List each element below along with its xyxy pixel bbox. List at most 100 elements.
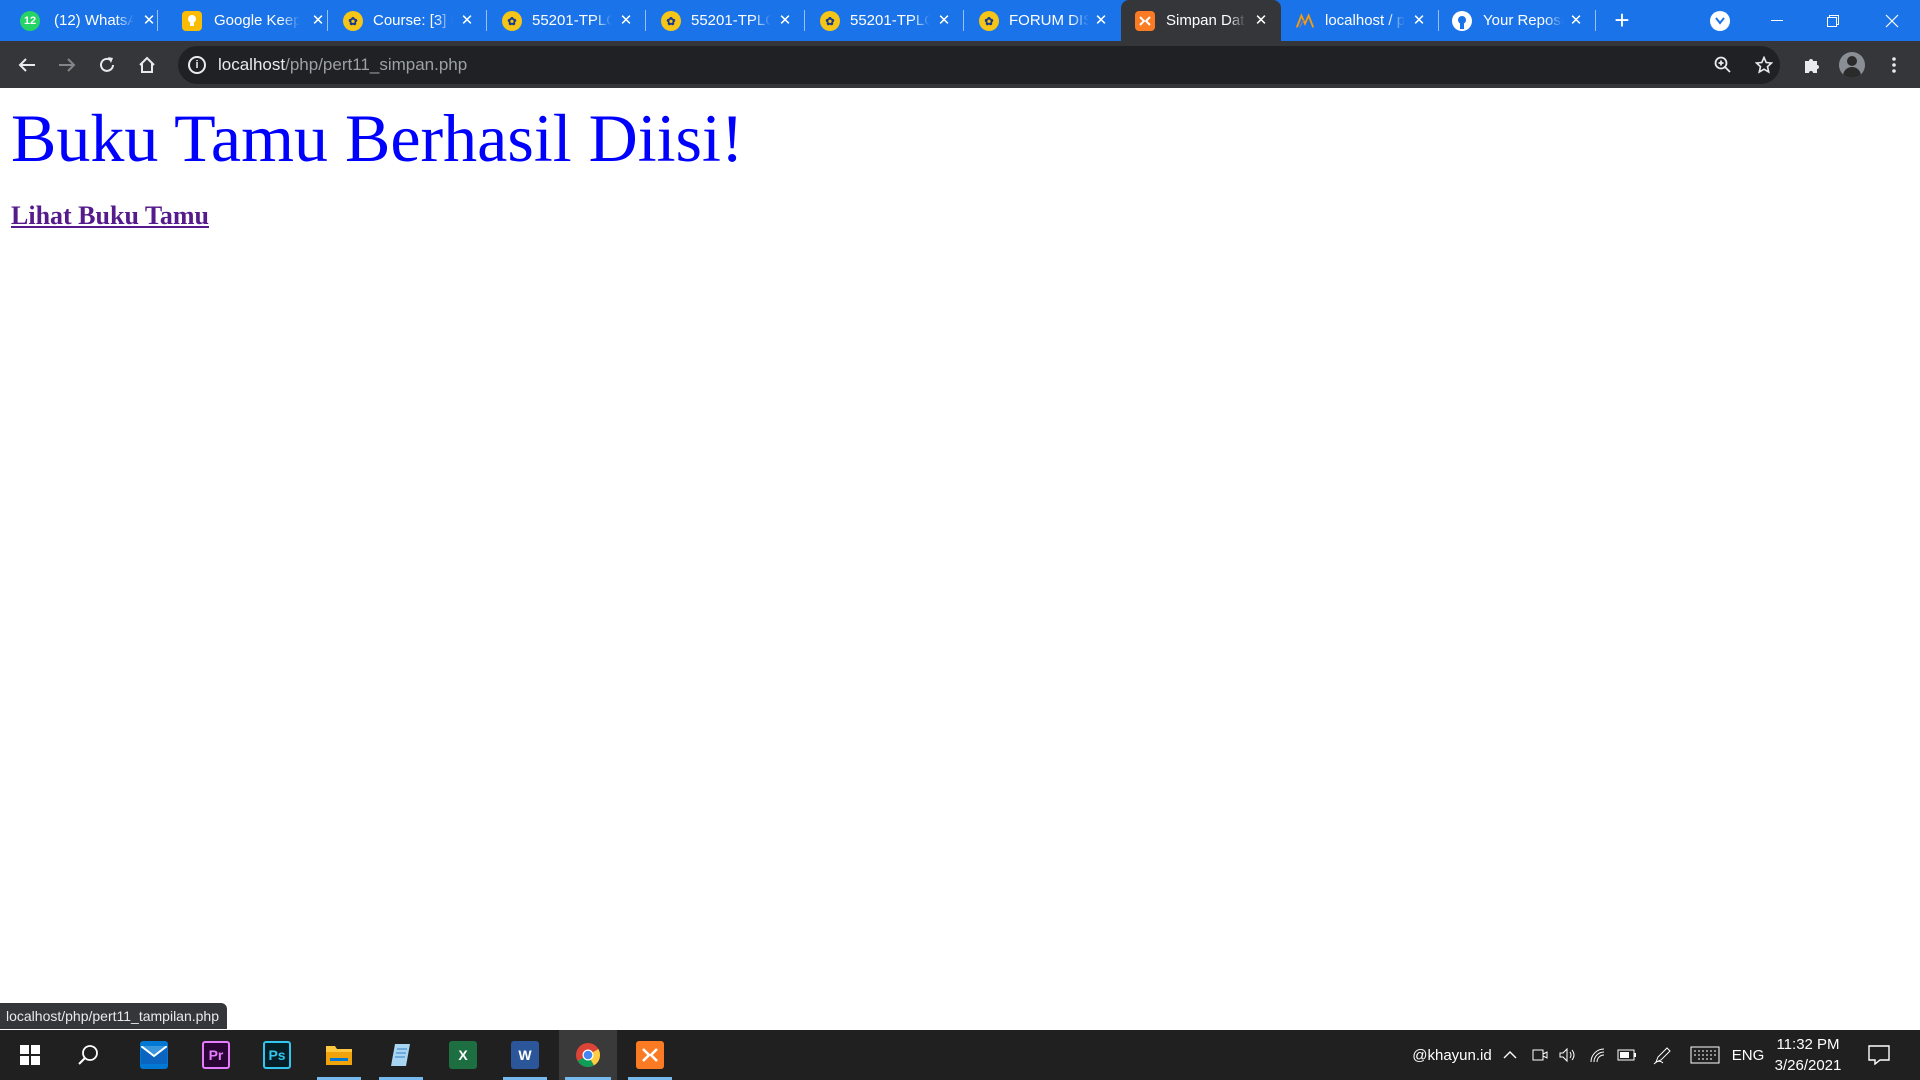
pen-icon — [1653, 1047, 1671, 1065]
close-tab-icon[interactable]: ✕ — [457, 10, 477, 30]
reload-button[interactable] — [93, 51, 121, 79]
excel-icon: X — [449, 1041, 477, 1069]
minimize-button[interactable] — [1749, 0, 1805, 41]
tab-title: Course: [3] Pemrograman — [373, 12, 453, 29]
close-tab-icon[interactable]: ✕ — [308, 10, 328, 30]
taskbar-xampp[interactable] — [622, 1030, 678, 1080]
tab-55201-tplo-3[interactable]: ✿ 55201-TPLO ✕ — [805, 0, 964, 41]
kebab-menu-icon — [1892, 57, 1896, 73]
tab-google-keep[interactable]: Google Keep ✕ — [168, 0, 328, 41]
home-button[interactable] — [133, 51, 161, 79]
close-tab-icon[interactable]: ✕ — [139, 10, 159, 30]
taskbar-chrome[interactable] — [559, 1030, 617, 1080]
back-button[interactable] — [13, 51, 41, 79]
new-tab-button[interactable]: + — [1608, 7, 1636, 34]
close-tab-icon[interactable]: ✕ — [934, 10, 954, 30]
meet-now-button[interactable] — [1528, 1030, 1552, 1080]
phpmyadmin-icon — [1295, 11, 1315, 31]
browser-toolbar: i localhost/php/pert11_simpan.php — [0, 41, 1920, 88]
pen-workspace-button[interactable] — [1650, 1030, 1676, 1080]
close-tab-icon[interactable]: ✕ — [1251, 10, 1271, 30]
site-info-icon[interactable]: i — [188, 56, 206, 74]
zoom-icon — [1714, 56, 1731, 73]
tab-course[interactable]: ✿ Course: [3] Pemrograman ✕ — [328, 0, 487, 41]
profile-avatar[interactable] — [1839, 52, 1865, 78]
wifi-icon — [1590, 1048, 1605, 1063]
tab-55201-tplo-2[interactable]: ✿ 55201-TPLO ✕ — [646, 0, 805, 41]
close-icon — [1885, 14, 1899, 27]
whatsapp-icon: 12 — [20, 11, 40, 31]
restore-button[interactable] — [1805, 0, 1861, 41]
close-tab-icon[interactable]: ✕ — [1091, 10, 1111, 30]
minimize-icon — [1771, 19, 1783, 21]
taskbar-notepad[interactable] — [373, 1030, 429, 1080]
restore-icon — [1827, 14, 1839, 27]
xampp-icon — [1135, 11, 1155, 31]
github-icon — [1452, 11, 1472, 31]
search-button[interactable] — [60, 1030, 116, 1080]
university-logo-icon: ✿ — [979, 11, 999, 31]
taskbar-photoshop[interactable]: Ps — [249, 1030, 305, 1080]
view-guestbook-link[interactable]: Lihat Buku Tamu — [11, 201, 209, 230]
keyboard-icon — [1690, 1046, 1720, 1064]
tab-phpmyadmin[interactable]: localhost / phpMyAdmin ✕ — [1281, 0, 1439, 41]
tab-github[interactable]: Your Repositories ✕ — [1439, 0, 1596, 41]
university-logo-icon: ✿ — [661, 11, 681, 31]
tab-55201-tplo-1[interactable]: ✿ 55201-TPLO ✕ — [487, 0, 646, 41]
notepad-icon — [387, 1041, 415, 1069]
premiere-pro-icon: Pr — [202, 1041, 230, 1069]
google-keep-icon — [182, 11, 202, 31]
menu-button[interactable] — [1880, 51, 1908, 79]
volume-button[interactable] — [1556, 1030, 1580, 1080]
tab-strip: 12 (12) WhatsApp ✕ Google Keep ✕ ✿ Cours… — [0, 0, 1920, 41]
tab-title: 55201-TPLO — [691, 12, 771, 29]
close-tab-icon[interactable]: ✕ — [775, 10, 795, 30]
battery-button[interactable] — [1614, 1030, 1640, 1080]
tab-title: FORUM DISKUSI — [1009, 12, 1089, 29]
zoom-button[interactable] — [1709, 51, 1737, 79]
network-button[interactable] — [1586, 1030, 1610, 1080]
action-center-button[interactable] — [1862, 1030, 1896, 1080]
speaker-icon — [1559, 1047, 1575, 1063]
address-bar[interactable]: i localhost/php/pert11_simpan.php — [178, 46, 1780, 84]
url-path: /php/pert11_simpan.php — [285, 55, 468, 74]
windows-taskbar: Pr Ps X W @khayun.id ENG 11:32 PM 3/26/2… — [0, 1030, 1920, 1080]
tab-separator — [157, 10, 158, 31]
university-logo-icon: ✿ — [820, 11, 840, 31]
tray-user-label: @khayun.id — [1412, 1046, 1492, 1064]
xampp-icon — [636, 1041, 664, 1069]
guestbook-link-heading: Lihat Buku Tamu — [11, 201, 209, 231]
close-tab-icon[interactable]: ✕ — [616, 10, 636, 30]
page-heading: Buku Tamu Berhasil Diisi! — [11, 100, 744, 176]
taskbar-premiere[interactable]: Pr — [188, 1030, 244, 1080]
taskbar-file-explorer[interactable] — [311, 1030, 367, 1080]
tab-search-button[interactable] — [1710, 11, 1730, 31]
taskbar-excel[interactable]: X — [435, 1030, 491, 1080]
tab-title: localhost / phpMyAdmin — [1325, 12, 1405, 29]
show-hidden-icons-button[interactable] — [1498, 1030, 1522, 1080]
university-logo-icon: ✿ — [343, 11, 363, 31]
close-tab-icon[interactable]: ✕ — [1409, 10, 1429, 30]
close-tab-icon[interactable]: ✕ — [1566, 10, 1586, 30]
university-logo-icon: ✿ — [502, 11, 522, 31]
chevron-down-icon — [1715, 17, 1725, 25]
camera-icon — [1532, 1049, 1548, 1061]
tab-title: Simpan Data — [1166, 12, 1246, 29]
forward-button[interactable] — [53, 51, 81, 79]
page-content: Buku Tamu Berhasil Diisi! Lihat Buku Tam… — [0, 88, 1920, 1030]
tab-forum-diskusi[interactable]: ✿ FORUM DISKUSI ✕ — [964, 0, 1121, 41]
bookmark-button[interactable] — [1750, 51, 1778, 79]
close-window-button[interactable] — [1864, 0, 1920, 41]
star-icon — [1755, 56, 1773, 74]
start-button[interactable] — [2, 1030, 58, 1080]
clock[interactable]: 11:32 PM 3/26/2021 — [1760, 1034, 1856, 1076]
taskbar-mail[interactable] — [126, 1030, 182, 1080]
touch-keyboard-button[interactable] — [1688, 1030, 1722, 1080]
photoshop-icon: Ps — [263, 1041, 291, 1069]
taskbar-word[interactable]: W — [497, 1030, 553, 1080]
extensions-button[interactable] — [1798, 51, 1826, 79]
tab-whatsapp[interactable]: 12 (12) WhatsApp ✕ — [0, 0, 158, 41]
tab-simpan-data[interactable]: Simpan Data ✕ — [1121, 0, 1281, 41]
mail-icon — [140, 1041, 168, 1069]
address-url[interactable]: localhost/php/pert11_simpan.php — [218, 55, 467, 75]
